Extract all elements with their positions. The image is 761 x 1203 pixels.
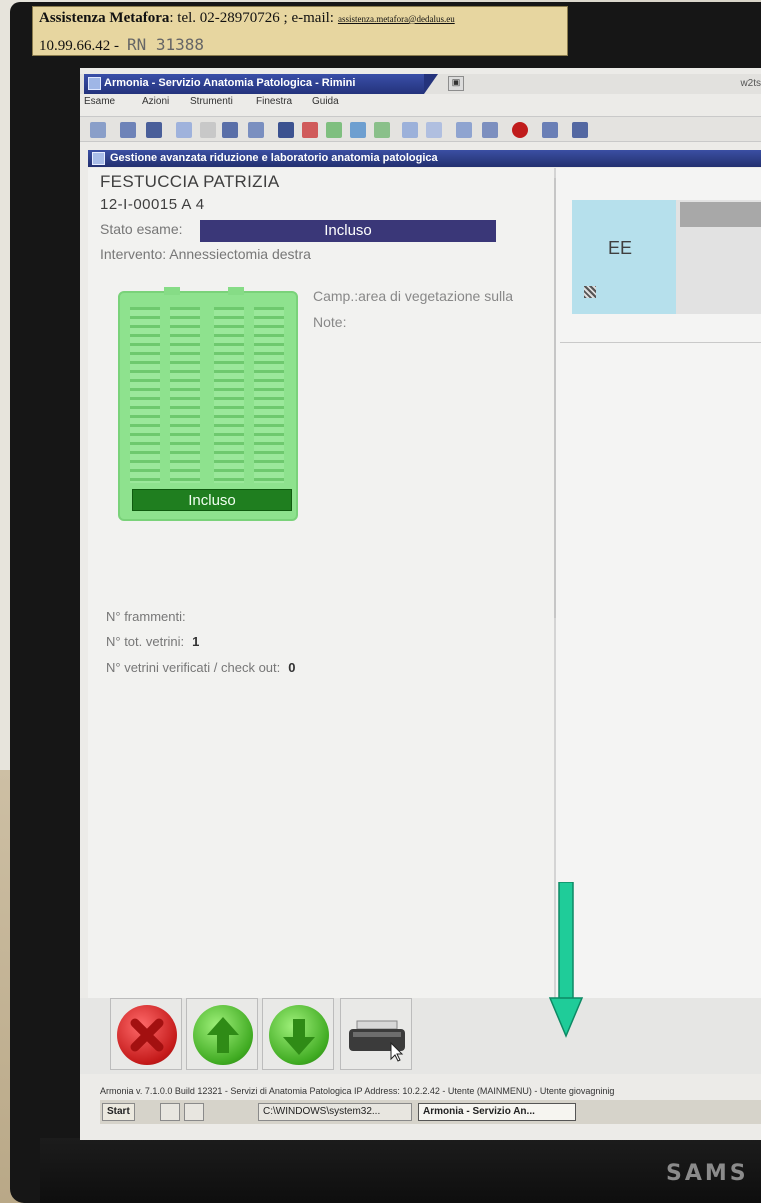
monitor-bezel-bottom xyxy=(40,1138,761,1203)
sticker-ip: 10.99.66.42 - xyxy=(39,38,119,54)
arrow-down-glyph xyxy=(283,1019,315,1055)
cancel-button[interactable] xyxy=(110,998,182,1070)
slides-verified-value: 0 xyxy=(288,660,296,675)
annotation-arrow-icon xyxy=(548,882,584,1038)
status-bar-text: Armonia v. 7.1.0.0 Build 12321 - Servizi… xyxy=(100,1086,615,1096)
intervention-text: Intervento: Annessiectomia destra xyxy=(100,246,311,262)
title-tab-corner xyxy=(424,74,438,94)
tab-action-icon[interactable]: ▣ xyxy=(448,76,464,91)
status-badge: Incluso xyxy=(200,220,496,242)
window-title-tab[interactable]: Armonia - Servizio Anatomia Patologica -… xyxy=(84,74,424,94)
exam-code: 12-I-00015 A 4 xyxy=(100,196,205,213)
toolbar-report-icon[interactable] xyxy=(456,122,472,138)
toolbar-print-preview-icon[interactable] xyxy=(402,122,418,138)
slides-verified-label: N° vetrini verificati / check out: xyxy=(106,660,281,675)
cassette-tab xyxy=(228,287,244,295)
barcode-icon xyxy=(584,286,596,298)
subwindow-title: Gestione avanzata riduzione e laboratori… xyxy=(110,152,438,164)
slide-card-label: EE xyxy=(608,238,633,258)
cassette-status-label: Incluso xyxy=(132,489,292,511)
toolbar-blue-icon[interactable] xyxy=(350,122,366,138)
sticker-handwritten: RN 31388 xyxy=(127,35,205,54)
right-panel-divider xyxy=(560,342,761,343)
start-label: Start xyxy=(107,1106,130,1117)
sample-description: Camp.:area di vegetazione sulla xyxy=(313,288,514,304)
patient-name: FESTUCCIA PATRIZIA xyxy=(100,172,280,191)
quicklaunch-ie-icon[interactable] xyxy=(160,1103,180,1121)
print-button[interactable] xyxy=(340,998,412,1070)
menu-guida[interactable]: Guida xyxy=(312,96,339,107)
subwindow-titlebar: Gestione avanzata riduzione e laboratori… xyxy=(88,150,761,167)
cancel-x-glyph xyxy=(130,1018,164,1052)
slides-total: N° tot. vetrini: 1 xyxy=(106,634,199,649)
toolbar-green-icon[interactable] xyxy=(326,122,342,138)
slides-verified: N° vetrini verificati / check out: 0 xyxy=(106,660,296,675)
cassette-slots xyxy=(130,307,288,483)
toolbar-search-icon[interactable] xyxy=(426,122,442,138)
exam-detail-panel: FESTUCCIA PATRIZIA 12-I-00015 A 4 Stato … xyxy=(88,168,554,998)
sticker-line-1: Assistenza Metafora: tel. 02-28970726 ; … xyxy=(39,10,455,27)
toolbar xyxy=(80,116,761,142)
menu-finestra[interactable]: Finestra xyxy=(256,96,292,107)
cassette-slot-column xyxy=(214,307,244,483)
status-label: Stato esame: xyxy=(100,221,183,237)
window-titlebar: Armonia - Servizio Anatomia Patologica -… xyxy=(80,74,761,94)
start-button[interactable]: Start xyxy=(102,1103,135,1121)
menu-esame[interactable]: Esame xyxy=(84,96,115,107)
taskbar-item-cmd[interactable]: C:\WINDOWS\system32... xyxy=(258,1103,412,1121)
quicklaunch-desktop-icon[interactable] xyxy=(184,1103,204,1121)
window-title: Armonia - Servizio Anatomia Patologica -… xyxy=(104,77,356,89)
printer-icon xyxy=(349,1020,405,1062)
taskbar-item-cmd-label: C:\WINDOWS\system32... xyxy=(263,1106,381,1117)
arrow-up-glyph xyxy=(207,1017,239,1053)
slide-card-ee[interactable]: EE xyxy=(572,200,676,314)
move-up-button[interactable] xyxy=(186,998,258,1070)
move-down-button[interactable] xyxy=(262,998,334,1070)
taskbar-item-armonia-label: Armonia - Servizio An... xyxy=(423,1106,535,1117)
toolbar-exit-icon[interactable] xyxy=(572,122,588,138)
cassette-slot-column xyxy=(254,307,284,483)
toolbar-list-icon[interactable] xyxy=(482,122,498,138)
title-right-text: w2ts xyxy=(740,78,761,89)
fragments-count: N° frammenti: xyxy=(106,609,186,624)
toolbar-card-icon[interactable] xyxy=(120,122,136,138)
cassette-icon[interactable]: Incluso xyxy=(118,287,298,521)
cassette-slot-column xyxy=(170,307,200,483)
slides-panel: EE xyxy=(556,168,761,998)
fragments-label: N° frammenti: xyxy=(106,609,186,624)
action-bar xyxy=(80,998,761,1074)
toolbar-save-icon[interactable] xyxy=(146,122,162,138)
app-icon xyxy=(88,77,101,90)
toolbar-disk-icon[interactable] xyxy=(222,122,238,138)
toolbar-save2-icon[interactable] xyxy=(278,122,294,138)
cassette-slot-column xyxy=(130,307,160,483)
sticker-email: assistenza.metafora@dedalus.eu xyxy=(337,14,455,24)
menu-azioni[interactable]: Azioni xyxy=(142,96,169,107)
toolbar-doc-icon[interactable] xyxy=(374,122,390,138)
toolbar-edit-icon[interactable] xyxy=(200,122,216,138)
slides-total-label: N° tot. vetrini: xyxy=(106,634,185,649)
sample-note: Note: xyxy=(313,314,347,330)
sticker-line-2: 10.99.66.42 - RN 31388 xyxy=(39,35,204,55)
windows-taskbar: Start C:\WINDOWS\system32... Armonia - S… xyxy=(100,1100,761,1124)
toolbar-close-icon[interactable] xyxy=(512,122,528,138)
toolbar-help-icon[interactable] xyxy=(542,122,558,138)
sticker-contact: : tel. 02-28970726 ; e-mail: xyxy=(169,10,334,26)
sticker-company: Assistenza Metafora xyxy=(39,10,170,26)
menu-strumenti[interactable]: Strumenti xyxy=(190,96,233,107)
toolbar-red-icon[interactable] xyxy=(302,122,318,138)
toolbar-tool-icon[interactable] xyxy=(248,122,264,138)
toolbar-binoculars-icon[interactable] xyxy=(90,122,106,138)
menu-bar: Esame Azioni Strumenti Finestra Guida xyxy=(80,94,761,112)
screen: Armonia - Servizio Anatomia Patologica -… xyxy=(80,68,761,1140)
taskbar-item-armonia[interactable]: Armonia - Servizio An... xyxy=(418,1103,576,1121)
slides-total-value: 1 xyxy=(192,634,200,649)
cassette-tab xyxy=(164,287,180,295)
subwindow-icon xyxy=(92,152,105,165)
toolbar-window-icon[interactable] xyxy=(176,122,192,138)
slide-card-header xyxy=(680,202,761,227)
support-sticker: Assistenza Metafora: tel. 02-28970726 ; … xyxy=(32,6,568,56)
monitor-brand: SAMS xyxy=(666,1161,749,1186)
